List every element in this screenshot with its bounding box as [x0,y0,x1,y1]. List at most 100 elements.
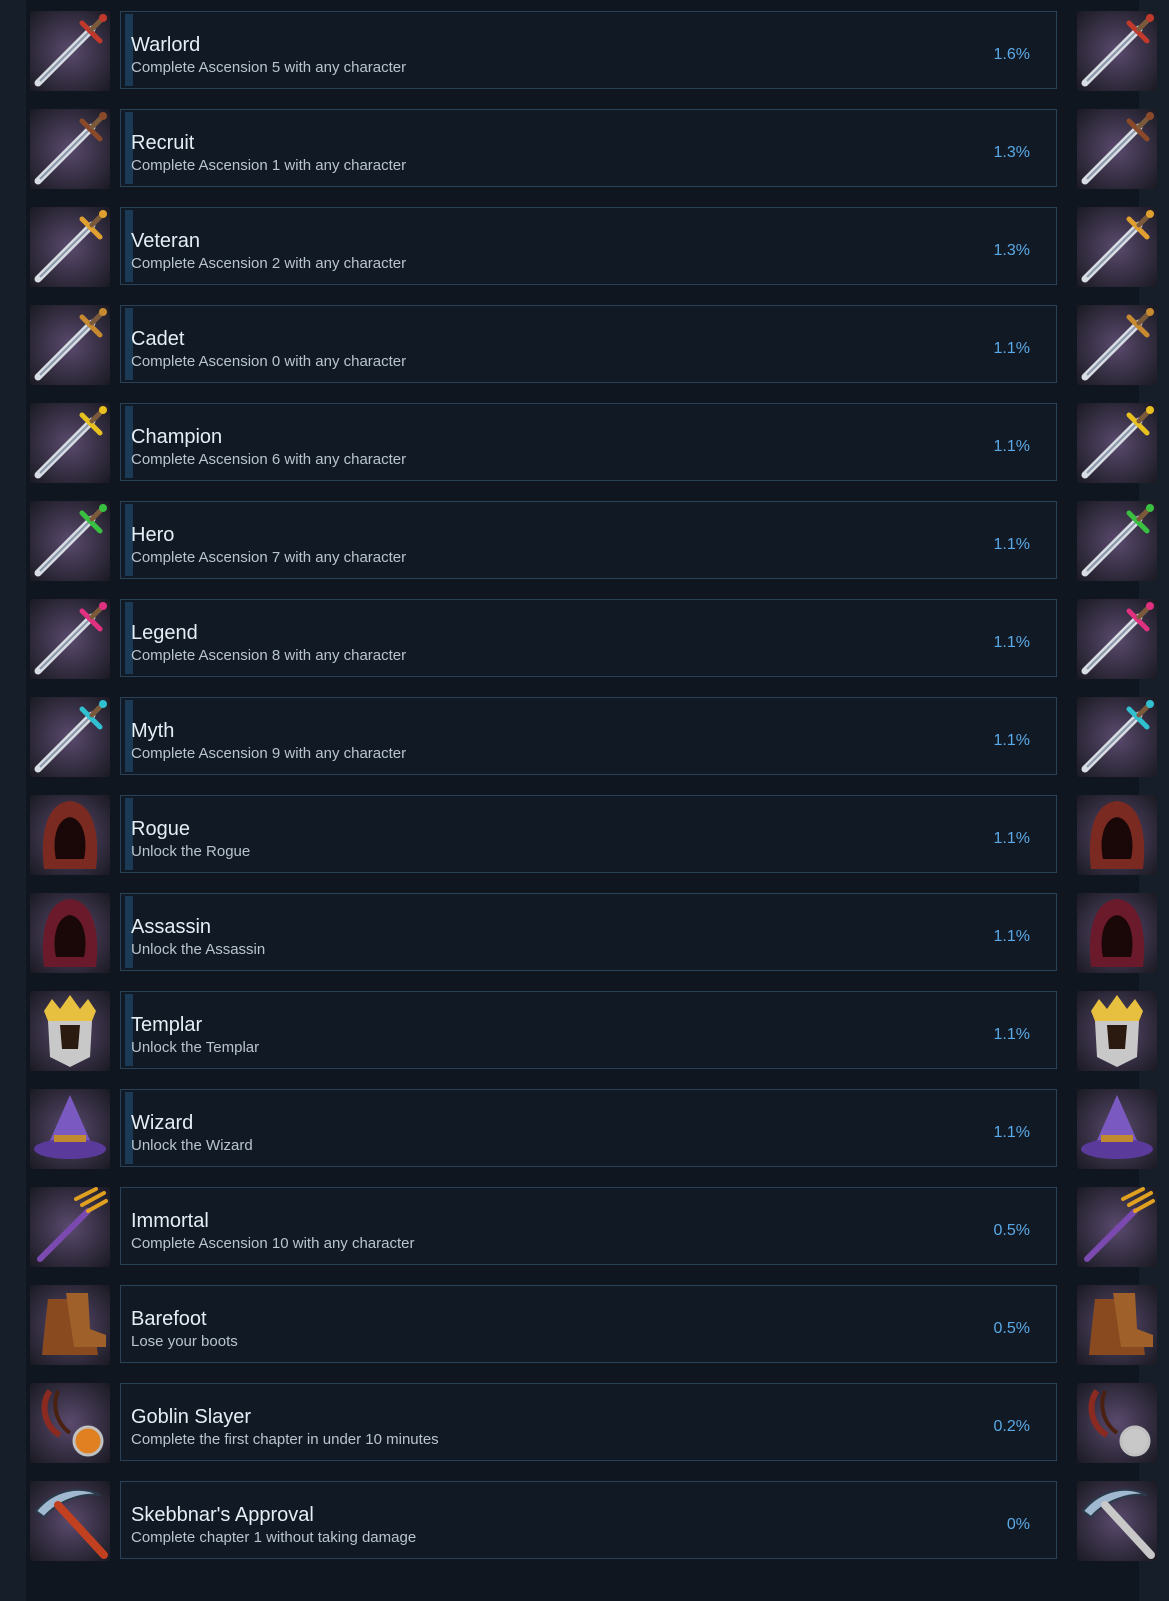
achievement-card: Cadet Complete Ascension 0 with any chara… [120,305,1057,383]
helmet-icon [30,991,110,1071]
achievement-card: Skebbnar's Approval Complete chapter 1 wi… [120,1481,1057,1559]
achievement-description: Unlock the Assassin [131,941,266,958]
boots-icon [1077,1285,1157,1365]
unlock-percentage: 1.1% [993,830,1030,847]
pickaxe-icon [1077,1481,1157,1561]
wizard-hat-icon [30,1089,110,1169]
achievement-card: Legend Complete Ascension 8 with any char… [120,599,1057,677]
achievement-row: Barefoot Lose your boots 0.5% [0,1285,1169,1365]
achievement-description: Unlock the Templar [131,1039,260,1056]
sword-icon [1077,501,1157,581]
hood-icon [1077,893,1157,973]
sword-icon [1077,11,1157,91]
unlock-percentage: 0.2% [993,1418,1030,1435]
achievement-name: Barefoot [131,1308,207,1330]
achievement-name: Goblin Slayer [131,1406,252,1428]
achievement-description: Complete Ascension 8 with any character [131,647,407,664]
hood-icon [30,795,110,875]
achievement-name: Hero [131,524,175,546]
unlock-percentage: 1.1% [993,1026,1030,1043]
unlock-percentage: 1.3% [993,144,1030,161]
achievement-description: Complete Ascension 2 with any character [131,255,407,272]
unlock-percentage: 1.1% [993,340,1030,357]
helmet-icon [1077,991,1157,1071]
achievement-row: Wizard Unlock the Wizard 1.1% [0,1089,1169,1169]
achievement-description: Complete Ascension 10 with any character [131,1235,415,1252]
sword-icon [30,599,110,679]
achievement-row: Templar Unlock the Templar 1.1% [0,991,1169,1071]
achievement-row: Myth Complete Ascension 9 with any charac… [0,697,1169,777]
achievement-name: Assassin [131,916,212,938]
achievement-name: Skebbnar's Approval [131,1504,314,1526]
achievement-description: Lose your boots [131,1333,238,1350]
unlock-percentage: 1.3% [993,242,1030,259]
achievement-description: Unlock the Wizard [131,1137,253,1154]
achievement-name: Templar [131,1014,203,1036]
achievement-row: Warlord Complete Ascension 5 with any cha… [0,11,1169,91]
achievement-card: Warlord Complete Ascension 5 with any cha… [120,11,1057,89]
achievement-row: Veteran Complete Ascension 2 with any cha… [0,207,1169,287]
boots-icon [30,1285,110,1365]
wizard-hat-icon [1077,1089,1157,1169]
achievement-card: Myth Complete Ascension 9 with any charac… [120,697,1057,775]
achievement-description: Complete Ascension 5 with any character [131,59,407,76]
achievement-name: Veteran [131,230,200,252]
achievement-name: Myth [131,720,175,742]
achievement-row: Legend Complete Ascension 8 with any char… [0,599,1169,679]
achievement-card: Hero Complete Ascension 7 with any charac… [120,501,1057,579]
sword-icon [30,11,110,91]
unlock-percentage: 1.6% [993,46,1030,63]
achievement-name: Rogue [131,818,190,840]
unlock-percentage: 1.1% [993,1124,1030,1141]
unlock-percentage: 1.1% [993,536,1030,553]
sword-icon [1077,599,1157,679]
sword-icon [30,501,110,581]
unlock-percentage: 1.1% [993,438,1030,455]
achievement-row: Goblin Slayer Complete the first chapter … [0,1383,1169,1463]
achievement-name: Cadet [131,328,185,350]
achievement-name: Warlord [131,34,201,56]
trident-icon [30,1187,110,1267]
achievement-description: Complete Ascension 9 with any character [131,745,407,762]
achievement-card: Barefoot Lose your boots 0.5% [120,1285,1057,1363]
achievement-row: Champion Complete Ascension 6 with any ch… [0,403,1169,483]
achievement-name: Recruit [131,132,195,154]
achievement-description: Complete Ascension 1 with any character [131,157,407,174]
unlock-percentage: 1.1% [993,634,1030,651]
unlock-percentage: 1.1% [993,928,1030,945]
achievement-name: Legend [131,622,198,644]
achievement-card: Veteran Complete Ascension 2 with any cha… [120,207,1057,285]
achievement-name: Champion [131,426,223,448]
sword-icon [1077,403,1157,483]
achievement-row: Rogue Unlock the Rogue 1.1% [0,795,1169,875]
achievement-row: Hero Complete Ascension 7 with any charac… [0,501,1169,581]
achievement-row: Immortal Complete Ascension 10 with any c… [0,1187,1169,1267]
achievement-card: Goblin Slayer Complete the first chapter … [120,1383,1057,1461]
achievement-description: Complete chapter 1 without taking damage [131,1529,417,1546]
sword-icon [30,305,110,385]
unlock-percentage: 0.5% [993,1222,1030,1239]
achievement-description: Unlock the Rogue [131,843,251,860]
achievement-card: Assassin Unlock the Assassin 1.1% [120,893,1057,971]
achievement-row: Cadet Complete Ascension 0 with any chara… [0,305,1169,385]
unlock-percentage: 1.1% [993,732,1030,749]
achievement-row: Recruit Complete Ascension 1 with any cha… [0,109,1169,189]
stopwatch-icon [1077,1383,1157,1463]
achievement-card: Templar Unlock the Templar 1.1% [120,991,1057,1069]
hood-icon [1077,795,1157,875]
sword-icon [1077,697,1157,777]
achievement-row: Skebbnar's Approval Complete chapter 1 wi… [0,1481,1169,1561]
achievement-description: Complete the first chapter in under 10 m… [131,1431,439,1448]
achievements-page: Warlord Complete Ascension 5 with any cha… [0,0,1169,1601]
achievement-list: Warlord Complete Ascension 5 with any cha… [0,11,1169,1579]
unlock-percentage: 0% [1006,1516,1030,1533]
achievement-row: Assassin Unlock the Assassin 1.1% [0,893,1169,973]
unlock-percentage: 0.5% [993,1320,1030,1337]
pickaxe-icon [30,1481,110,1561]
sword-icon [30,697,110,777]
sword-icon [1077,109,1157,189]
sword-icon [30,109,110,189]
achievement-card: Recruit Complete Ascension 1 with any cha… [120,109,1057,187]
achievement-card: Wizard Unlock the Wizard 1.1% [120,1089,1057,1167]
achievement-name: Wizard [131,1112,194,1134]
